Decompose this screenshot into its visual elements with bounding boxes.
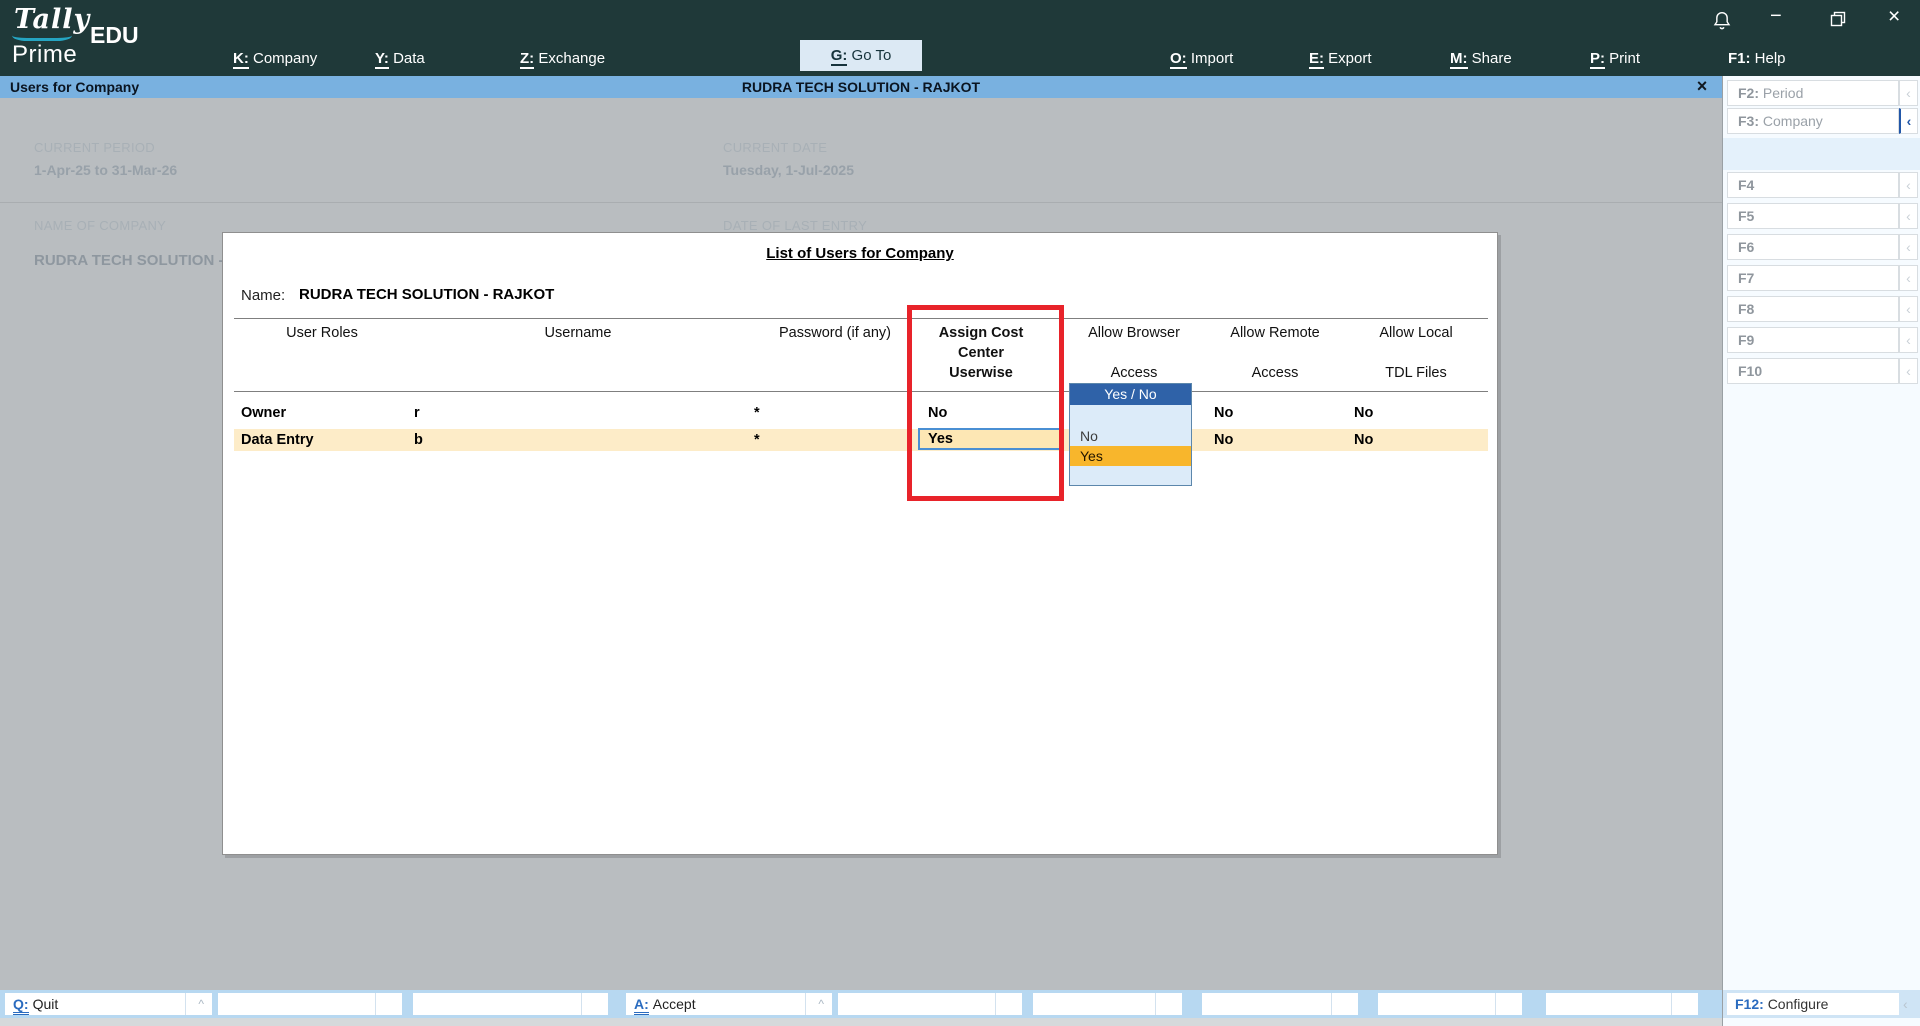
bottom-slot-empty-6: [1378, 993, 1522, 1015]
f9-button[interactable]: F9: [1727, 327, 1899, 353]
f4-chevron-icon[interactable]: ‹: [1899, 172, 1918, 198]
close-window-button[interactable]: ×: [1888, 5, 1900, 29]
col-browser-line1: Allow Browser: [1088, 325, 1180, 341]
dropdown-option-no[interactable]: No: [1070, 426, 1191, 446]
close-screen-icon[interactable]: ×: [1690, 75, 1714, 97]
bottom-slot-empty-4: [1033, 993, 1182, 1015]
col-user-roles: User Roles: [286, 325, 358, 341]
annotation-highlight-box: [907, 305, 1064, 501]
bottom-strip: [0, 1018, 1920, 1026]
tally-logo-prime: Prime: [12, 41, 78, 68]
col-browser-line3: Access: [1110, 365, 1158, 381]
f7-chevron-icon[interactable]: ‹: [1899, 265, 1918, 291]
quit-button[interactable]: Q: Quit ^: [5, 993, 212, 1015]
bottom-slot-empty-1: [218, 993, 402, 1015]
titlebar-company-name: RUDRA TECH SOLUTION - RAJKOT: [741, 79, 981, 95]
f8-button[interactable]: F8: [1727, 296, 1899, 322]
bottom-slot-empty-5: [1202, 993, 1358, 1015]
bottom-slot-empty-3: [838, 993, 1022, 1015]
yes-no-dropdown: Yes / No No Yes: [1069, 383, 1192, 486]
f10-button[interactable]: F10: [1727, 358, 1899, 384]
row-owner-username[interactable]: r: [414, 405, 420, 421]
screen-title-bar: RUDRA TECH SOLUTION - RAJKOT Users for C…: [0, 76, 1722, 98]
bottom-slot-empty-7: [1546, 993, 1698, 1015]
current-date-value[interactable]: Tuesday, 1-Jul-2025: [723, 162, 854, 178]
f3-company-button[interactable]: F3: Company: [1727, 108, 1899, 134]
f12-chevron-icon[interactable]: ‹: [1903, 993, 1908, 1015]
col-remote-line1: Allow Remote: [1230, 325, 1320, 341]
col-username: Username: [544, 325, 612, 341]
dropdown-option-yes-selected[interactable]: Yes: [1070, 446, 1191, 466]
row-data-entry-username[interactable]: b: [414, 432, 423, 448]
menu-goto[interactable]: G: Go To: [800, 40, 922, 71]
dialog-title: List of Users for Company: [766, 245, 954, 262]
dropdown-header: Yes / No: [1070, 384, 1191, 405]
row-owner-password[interactable]: *: [754, 405, 760, 421]
screen-title: Users for Company: [10, 79, 140, 95]
table-rule-header: [234, 391, 1488, 392]
menu-print[interactable]: P: Print: [1590, 48, 1640, 70]
slot-separator: [185, 993, 186, 1015]
f8-chevron-icon[interactable]: ‹: [1899, 296, 1918, 322]
edition-badge: EDU: [90, 22, 139, 48]
sidebar-gap-band: [1723, 138, 1920, 170]
menu-company[interactable]: K: Company: [233, 48, 317, 70]
bottom-slot-empty-2: [413, 993, 608, 1015]
f7-button[interactable]: F7: [1727, 265, 1899, 291]
col-local-line1: Allow Local: [1379, 325, 1453, 341]
col-local-line3: TDL Files: [1385, 365, 1447, 381]
row-data-entry-remote[interactable]: No: [1214, 432, 1233, 448]
col-password: Password (if any): [778, 325, 892, 341]
f4-button[interactable]: F4: [1727, 172, 1899, 198]
f3-chevron-icon[interactable]: ‹: [1899, 108, 1918, 134]
workspace-divider: [0, 202, 1722, 203]
expand-caret-icon[interactable]: ^: [198, 993, 204, 1015]
current-period-label: CURRENT PERIOD: [34, 140, 155, 155]
date-of-last-entry-label: DATE OF LAST ENTRY: [723, 218, 868, 233]
f6-button[interactable]: F6: [1727, 234, 1899, 260]
slot-separator: [805, 993, 806, 1015]
current-date-label: CURRENT DATE: [723, 140, 828, 155]
notifications-bell-icon[interactable]: [1712, 10, 1732, 37]
f9-chevron-icon[interactable]: ‹: [1899, 327, 1918, 353]
f5-chevron-icon[interactable]: ‹: [1899, 203, 1918, 229]
f5-button[interactable]: F5: [1727, 203, 1899, 229]
col-remote-line3: Access: [1251, 365, 1299, 381]
f2-period-button[interactable]: F2: Period: [1727, 80, 1899, 106]
name-of-company-label: NAME OF COMPANY: [34, 218, 167, 233]
menu-import[interactable]: O: Import: [1170, 48, 1233, 70]
f12-configure-button[interactable]: F12: Configure: [1727, 993, 1899, 1015]
row-data-entry-local[interactable]: No: [1354, 432, 1373, 448]
menu-exchange[interactable]: Z: Exchange: [520, 48, 605, 70]
row-owner-local[interactable]: No: [1354, 405, 1373, 421]
bottom-button-bar: Q: Quit ^ A: Accept ^: [0, 990, 1722, 1018]
f6-chevron-icon[interactable]: ‹: [1899, 234, 1918, 260]
tally-logo-swoosh-icon: [12, 30, 72, 41]
menu-help[interactable]: F1: Help: [1728, 48, 1786, 70]
accept-button[interactable]: A: Accept ^: [626, 993, 832, 1015]
minimize-button[interactable]: −: [1770, 5, 1782, 28]
name-label: Name:: [241, 287, 286, 304]
f10-chevron-icon[interactable]: ‹: [1899, 358, 1918, 384]
menu-data[interactable]: Y: Data: [375, 48, 425, 70]
row-data-entry-password[interactable]: *: [754, 432, 760, 448]
row-data-entry-role[interactable]: Data Entry: [241, 432, 314, 448]
row-owner-remote[interactable]: No: [1214, 405, 1233, 421]
list-of-users-dialog: List of Users for Company Name: RUDRA TE…: [222, 232, 1498, 855]
menu-export[interactable]: E: Export: [1309, 48, 1372, 70]
current-period-value[interactable]: 1-Apr-25 to 31-Mar-26: [34, 162, 177, 178]
top-bar: Tally Prime EDU K: Company Y: Data Z: Ex…: [0, 0, 1920, 76]
company-name-clipped: RUDRA TECH SOLUTION - RAJKOT: [34, 252, 222, 269]
name-value: RUDRA TECH SOLUTION - RAJKOT: [299, 286, 555, 303]
f2-chevron-icon[interactable]: ‹: [1899, 80, 1918, 106]
table-rule-top: [234, 318, 1488, 319]
restore-button[interactable]: [1830, 11, 1846, 32]
sidebar-bottom-band: F12: Configure ‹: [1723, 990, 1920, 1018]
menu-share[interactable]: M: Share: [1450, 48, 1512, 70]
row-owner-role[interactable]: Owner: [241, 405, 286, 421]
expand-caret-icon[interactable]: ^: [818, 993, 824, 1015]
function-key-sidebar: F2: Period ‹ F3: Company ‹ F4 ‹ F5 ‹ F6 …: [1722, 76, 1920, 1026]
